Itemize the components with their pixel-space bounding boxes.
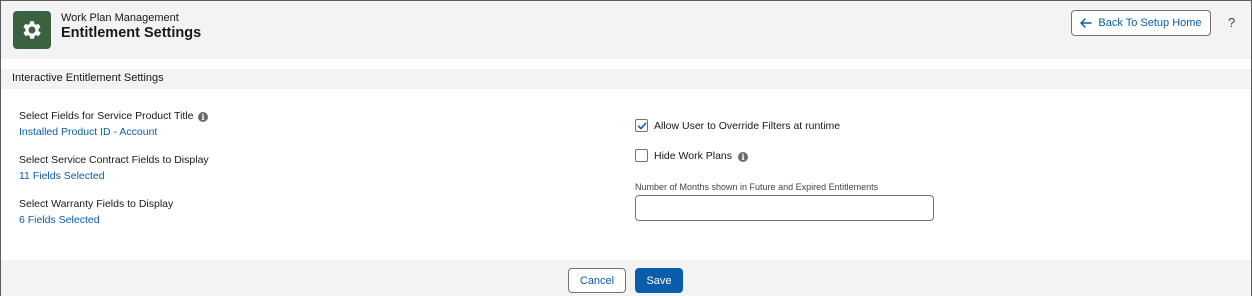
section-header: Interactive Entitlement Settings: [1, 69, 1251, 89]
gear-icon: [13, 11, 51, 49]
warranty-fields-label: Select Warranty Fields to Display: [19, 198, 174, 210]
override-filters-checkbox[interactable]: [635, 119, 648, 132]
hide-work-plans-checkbox[interactable]: [635, 149, 648, 162]
info-icon[interactable]: i: [198, 112, 208, 122]
cancel-button[interactable]: Cancel: [568, 268, 626, 293]
page-frame: Work Plan Management Entitlement Setting…: [0, 0, 1252, 296]
help-icon[interactable]: ?: [1228, 15, 1235, 30]
back-button-label: Back To Setup Home: [1098, 17, 1202, 29]
back-to-setup-home-button[interactable]: Back To Setup Home: [1071, 10, 1211, 36]
service-product-title-link[interactable]: Installed Product ID - Account: [19, 126, 157, 138]
service-contract-fields-label: Select Service Contract Fields to Displa…: [19, 154, 209, 166]
page-subtitle: Work Plan Management: [61, 12, 179, 24]
hide-work-plans-label: Hide Work Plans: [654, 150, 733, 162]
service-contract-fields-link[interactable]: 11 Fields Selected: [19, 170, 105, 182]
months-input[interactable]: [635, 195, 934, 221]
arrow-left-icon: [1080, 18, 1093, 28]
footer-bar: Cancel Save: [1, 260, 1251, 296]
save-button[interactable]: Save: [635, 268, 683, 293]
override-filters-label: Allow User to Override Filters at runtim…: [654, 120, 841, 132]
service-product-title-label: Select Fields for Service Product Title: [19, 110, 194, 122]
page-title: Entitlement Settings: [61, 25, 202, 41]
page-header: Work Plan Management Entitlement Setting…: [1, 1, 1251, 59]
months-field-label: Number of Months shown in Future and Exp…: [635, 182, 879, 192]
warranty-fields-link[interactable]: 6 Fields Selected: [19, 214, 100, 226]
info-icon[interactable]: i: [738, 152, 748, 162]
section-title: Interactive Entitlement Settings: [12, 72, 164, 84]
checkmark-icon: [637, 122, 647, 130]
gear-icon-graphic: [23, 21, 41, 39]
